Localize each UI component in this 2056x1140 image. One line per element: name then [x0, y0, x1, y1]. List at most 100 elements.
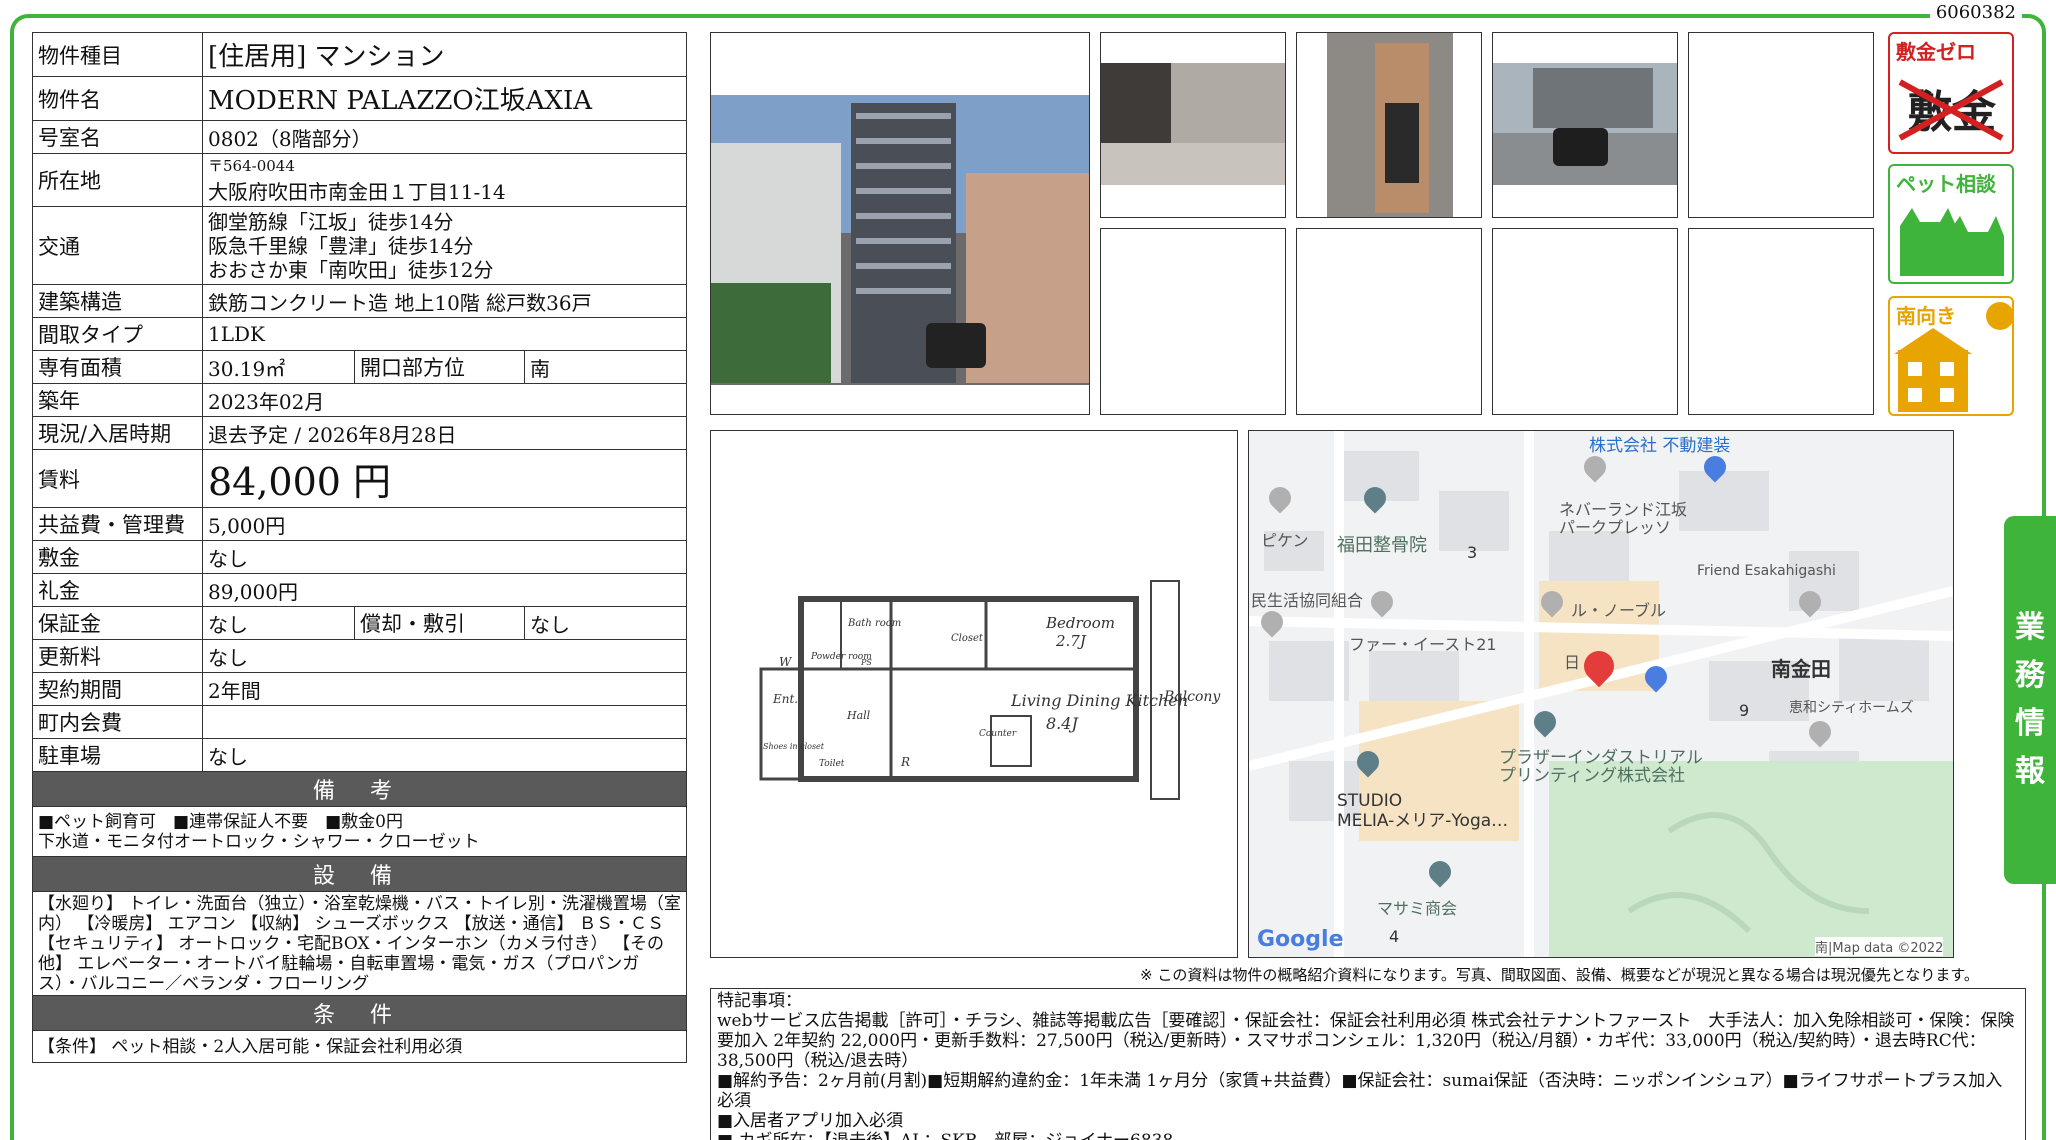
map-label: Friend Esakahigashi [1697, 563, 1836, 579]
fp-ldk: Living Dining Kitchen [1010, 691, 1188, 710]
transit-line: 御堂筋線「江坂」徒歩14分 [208, 209, 454, 234]
address-label: 所在地 [32, 153, 203, 207]
transit-line: 阪急千里線「豊津」徒歩14分 [208, 233, 474, 258]
fp-bath: Bath room [847, 618, 901, 629]
entrance-photo[interactable] [1100, 32, 1286, 218]
transit-cell: 御堂筋線「江坂」徒歩14分 阪急千里線「豊津」徒歩14分 おおさか東「南吹田」徒… [202, 206, 687, 285]
remarks-body: ■ペット飼育可 ■連帯保証人不要 ■敷金0円 下水道・モニタ付オートロック・シャ… [32, 806, 687, 857]
map-label: 民生活協同組合 [1251, 591, 1364, 610]
built-value: 2023年02月 [202, 383, 687, 417]
map-label: 株式会社 不動建装 [1589, 436, 1731, 456]
remarks-heading: 備 考 [32, 771, 687, 807]
fp-counter: Counter [979, 729, 1017, 739]
map-label: 9 [1739, 701, 1750, 720]
map-label: マサミ商会 [1377, 899, 1458, 918]
parking-value: なし [202, 738, 687, 772]
fp-toilet: Toilet [819, 759, 845, 769]
side-tab-char: 情 [2015, 706, 2045, 741]
room-label: 号室名 [32, 120, 203, 154]
photo-slot-empty [1296, 228, 1482, 415]
map-label: プラザーインダストリアル プリンティング株式会社 [1499, 748, 1703, 786]
layout-value: 1LDK [202, 317, 687, 351]
guarantee-label: 保証金 [32, 606, 203, 640]
status-value: 退去予定 / 2026年8月28日 [202, 416, 687, 450]
renewal-label: 更新料 [32, 639, 203, 673]
town-fee-value [202, 705, 687, 739]
renewal-value: なし [202, 639, 687, 673]
transit-label: 交通 [32, 206, 203, 285]
map-attribution: 南|Map data ©2022 [1815, 937, 1944, 956]
google-logo: Google [1257, 927, 1344, 952]
contract-label: 契約期間 [32, 672, 203, 706]
fee-label: 共益費・管理費 [32, 507, 203, 541]
key-money-label: 礼金 [32, 573, 203, 607]
photo-slot-empty [1688, 228, 1874, 415]
layout-label: 間取タイプ [32, 317, 203, 351]
map-label: ピケン [1261, 531, 1309, 550]
side-tab-char: 務 [2015, 658, 2045, 693]
key-money-value: 89,000円 [202, 573, 687, 607]
exterior-photo-image [711, 95, 1089, 385]
rent-value: 84,000 円 [202, 449, 687, 508]
rent-label: 賃料 [32, 449, 203, 508]
equipment-heading: 設 備 [32, 856, 687, 892]
map-label: 福田整骨院 [1337, 535, 1427, 556]
room-value: 0802（8階部分） [202, 120, 687, 154]
fp-bedroom-size: 2.7J [1055, 632, 1087, 650]
type-value: [住居用] マンション [202, 32, 687, 77]
pet-badge: ペット相談 [1888, 164, 2014, 284]
structure-label: 建築構造 [32, 284, 203, 318]
parking-photo[interactable] [1492, 32, 1678, 218]
floor-plan[interactable]: Bedroom 2.7J Living Dining Kitchen 8.4J … [710, 430, 1238, 958]
notes-line: ■解約予告：2ヶ月前(月割)■短期解約違約金：1年未満 1ヶ月分（家賃+共益費）… [717, 1071, 2003, 1111]
fp-hall: Hall [846, 709, 871, 722]
conditions-body: 【条件】 ペット相談・2人入居可能・保証会社利用必須 [32, 1030, 687, 1063]
notes-line: ■入居者アプリ加入必須 [717, 1111, 904, 1131]
area-label: 専有面積 [32, 350, 203, 384]
name-value: MODERN PALAZZO江坂AXIA [202, 76, 687, 121]
map-label: 4 [1389, 927, 1400, 946]
fp-closet: Closet [951, 633, 984, 644]
direction-value: 南 [524, 350, 687, 384]
side-tab-char: 業 [2015, 610, 2045, 645]
notes-line: webサービス広告掲載［許可］・チラシ、雑誌等掲載広告［要確認］・保証会社：保証… [717, 1011, 2015, 1071]
intercom-photo[interactable] [1296, 32, 1482, 218]
parking-photo-image [1493, 63, 1677, 185]
notes-line: ■ カギ所在：【退去後】AL：SKB 部屋：ジョイナー6838 [717, 1131, 2019, 1140]
status-label: 現況/入居時期 [32, 416, 203, 450]
photo-slot-empty [1100, 228, 1286, 415]
special-notes: 特記事項： webサービス広告掲載［許可］・チラシ、雑誌等掲載広告［要確認］・保… [710, 988, 2026, 1140]
guarantee-value: なし [202, 606, 355, 640]
side-tab-char: 報 [2015, 754, 2045, 789]
pet-icon [1900, 208, 2004, 276]
document-id: 6060382 [1929, 2, 2022, 23]
map-label: 恵和シティホームズ [1789, 700, 1914, 716]
direction-label: 開口部方位 [354, 350, 525, 384]
fp-ent: Ent. [772, 692, 798, 706]
remarks-line: ■ペット飼育可 ■連帯保証人不要 ■敷金0円 [38, 811, 404, 832]
deposit-label: 敷金 [32, 540, 203, 574]
amort-label: 償却・敷引 [354, 606, 525, 640]
exterior-photo[interactable] [710, 32, 1090, 415]
contract-value: 2年間 [202, 672, 687, 706]
built-label: 築年 [32, 383, 203, 417]
name-label: 物件名 [32, 76, 203, 121]
equipment-body: 【水廻り】 トイレ・洗面台（独立）・浴室乾燥機・バス・トイレ別・洗濯機置場（室内… [32, 891, 687, 996]
structure-value: 鉄筋コンクリート造 地上10階 総戸数36戸 [202, 284, 687, 318]
deposit-value: なし [202, 540, 687, 574]
address-cell: 〒564-0044 大阪府吹田市南金田１丁目11-14 [202, 153, 687, 207]
fp-w: W [779, 655, 793, 669]
location-map[interactable]: 株式会社 不動建装 ピケン 福田整骨院 ネバーランド江坂 パークプレッソ 民生活… [1248, 430, 1954, 958]
fp-ps: PS [860, 658, 872, 667]
cross-icon [1898, 79, 2004, 141]
fp-ldk-size: 8.4J [1046, 714, 1079, 733]
fp-balcony: Balcony [1163, 689, 1221, 705]
photo-slot-empty [1688, 32, 1874, 218]
map-label: ル・ノーブル [1571, 601, 1667, 620]
intercom-photo-image [1327, 33, 1453, 217]
conditions-heading: 条 件 [32, 995, 687, 1031]
area-value: 30.19㎡ [202, 350, 355, 384]
map-label: 日 [1564, 653, 1581, 672]
business-info-tab[interactable]: 業 務 情 報 [2004, 516, 2056, 884]
map-label: 3 [1467, 543, 1478, 562]
